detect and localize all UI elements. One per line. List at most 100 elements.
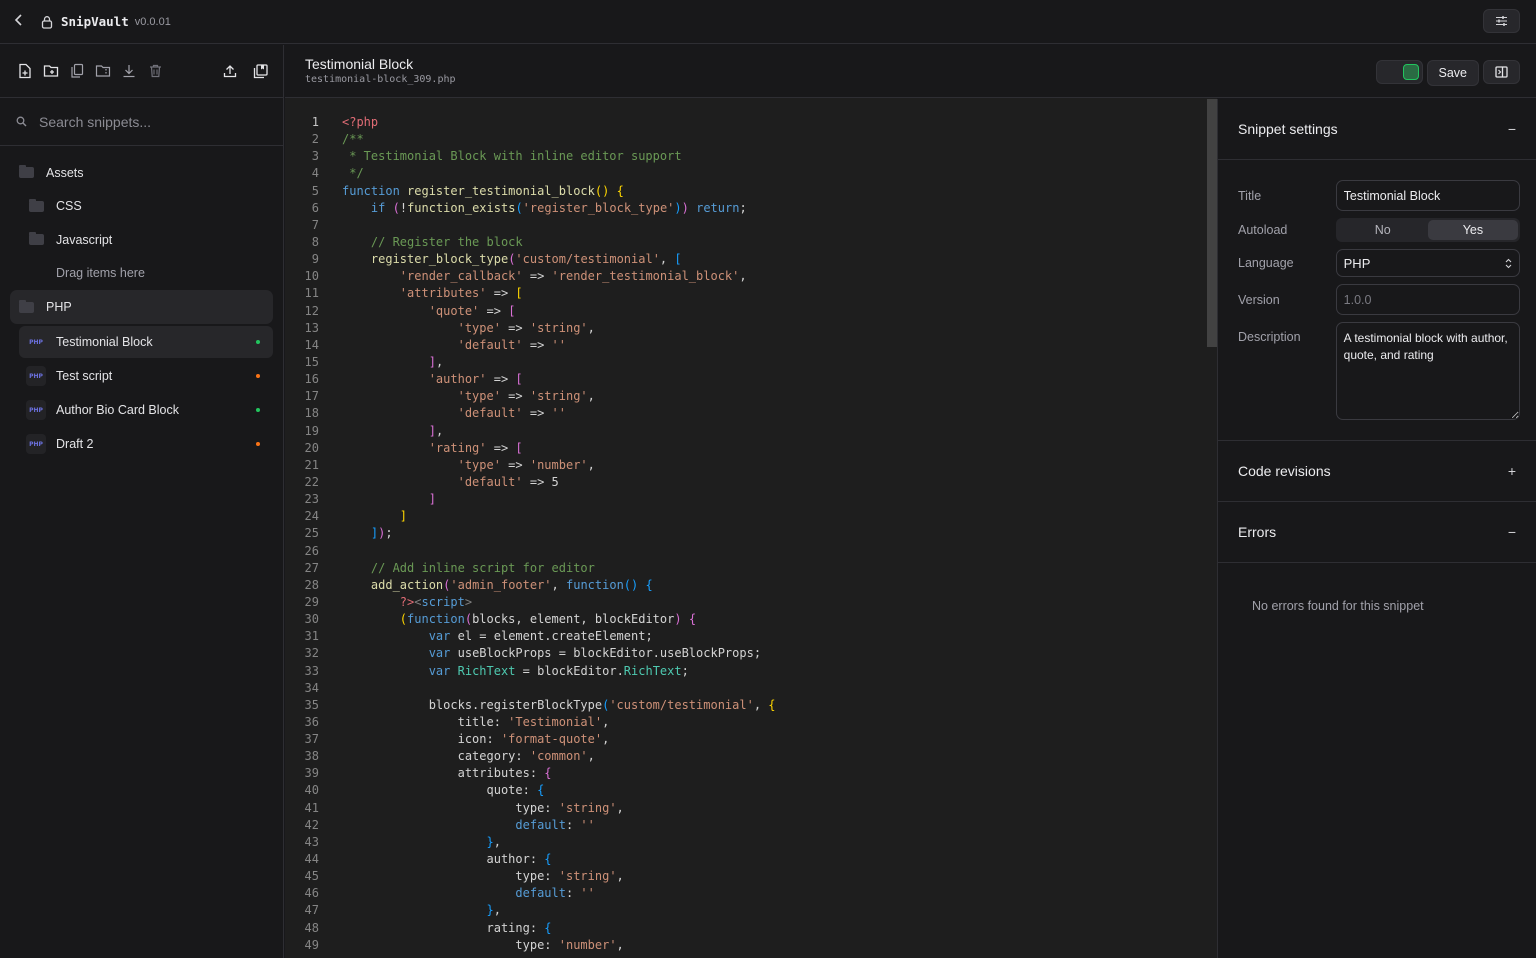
errors-header[interactable]: Errors − <box>1218 502 1536 563</box>
code-line: 32 var useBlockProps = blockEditor.useBl… <box>285 645 1205 662</box>
expand-icon[interactable]: + <box>1508 463 1516 479</box>
code-token: ; <box>385 526 393 541</box>
line-content: /** <box>342 131 364 148</box>
bookmark-collection-icon[interactable] <box>247 58 273 84</box>
code-line: 44 author: { <box>285 851 1205 868</box>
code-line: 3 * Testimonial Block with inline editor… <box>285 148 1205 165</box>
description-textarea[interactable]: A testimonial block with author, quote, … <box>1335 322 1520 420</box>
code-line: 34 <box>285 680 1205 697</box>
line-number: 40 <box>304 783 319 798</box>
snippet-settings-header[interactable]: Snippet settings − <box>1218 99 1536 160</box>
code-line: 17 'type' => 'string', <box>285 388 1205 405</box>
preferences-button[interactable] <box>1483 9 1520 33</box>
folder-archive-icon[interactable] <box>90 58 116 84</box>
code-token: 'type' <box>457 320 501 335</box>
code-line: 16 'author' => [ <box>285 371 1205 388</box>
line-content: if (!function_exists('register_block_typ… <box>342 200 747 217</box>
line-number: 39 <box>304 766 319 781</box>
code-editor[interactable]: 1 <?php 2/** 3 * Testimonial Block with inl… <box>285 99 1217 958</box>
snippet-item[interactable]: PHP Test script <box>19 360 273 392</box>
code-token: RichText <box>457 663 516 678</box>
code-token: // Add inline script for editor <box>370 560 595 575</box>
search-icon <box>16 116 27 127</box>
autoload-yes-option[interactable]: Yes <box>1427 220 1518 240</box>
code-token: => <box>500 320 530 335</box>
code-line: 12 'quote' => [ <box>285 303 1205 320</box>
toggle-panel-button[interactable] <box>1483 60 1520 84</box>
drop-zone-hint[interactable]: Drag items here <box>0 257 283 291</box>
code-token: { <box>544 852 552 867</box>
code-line: 5 function register_testimonial_block() { <box>285 183 1205 200</box>
line-number: 23 <box>304 492 319 507</box>
code-line: 30 (function(blocks, element, blockEdito… <box>285 611 1205 628</box>
new-file-icon[interactable] <box>12 58 38 84</box>
line-content: <?php <box>342 114 378 131</box>
trash-icon[interactable] <box>142 58 168 84</box>
file-list: PHP Testimonial Block PHP Test script PHP Aut… <box>0 326 283 460</box>
line-content: attributes: { <box>342 765 552 782</box>
code-token: 'admin_footer' <box>450 577 552 592</box>
code-token: => <box>500 457 530 472</box>
search-bar <box>0 98 283 146</box>
line-content: function register_testimonial_block() { <box>342 183 624 200</box>
code-revisions-header[interactable]: Code revisions + <box>1218 441 1536 502</box>
line-number: 1 <box>311 115 319 129</box>
version-input[interactable] <box>1335 284 1520 315</box>
line-number: 20 <box>304 440 319 455</box>
line-number: 14 <box>304 337 319 352</box>
language-select[interactable]: PHP <box>1335 249 1520 277</box>
code-token: ] <box>428 354 436 369</box>
line-number: 34 <box>304 680 319 695</box>
code-token: quote: <box>342 783 538 798</box>
search-input[interactable] <box>39 113 259 130</box>
code-line: 24 ] <box>285 508 1205 525</box>
code-token: => <box>522 406 552 421</box>
code-line: 33 var RichText = blockEditor.RichText; <box>285 663 1205 680</box>
download-icon[interactable] <box>116 58 142 84</box>
line-number: 26 <box>304 543 319 558</box>
line-content: 'author' => [ <box>342 371 523 388</box>
active-toggle[interactable] <box>1375 60 1423 84</box>
code-token: register_block_type <box>370 252 509 267</box>
snippet-tree: Assets CSS Javascript Drag items here PH… <box>0 146 283 460</box>
editor-scrollbar[interactable] <box>1207 99 1217 347</box>
folder-php[interactable]: PHP <box>10 290 273 324</box>
code-token: [ <box>508 303 516 318</box>
folder-css[interactable]: CSS <box>0 190 283 224</box>
folder-assets[interactable]: Assets <box>0 156 283 190</box>
code-token: => <box>522 269 552 284</box>
code-token: type: <box>342 800 559 815</box>
line-number: 37 <box>304 732 319 747</box>
line-content: icon: 'format-quote', <box>342 731 610 748</box>
code-token: => <box>486 440 516 455</box>
snippet-item[interactable]: PHP Testimonial Block <box>19 326 273 358</box>
collapse-icon[interactable]: − <box>1508 524 1516 540</box>
duplicate-icon[interactable] <box>64 58 90 84</box>
autoload-no-option[interactable]: No <box>1338 220 1428 240</box>
code-token: 'string' <box>558 800 617 815</box>
save-button[interactable]: Save <box>1426 60 1479 86</box>
code-line: 23 ] <box>285 491 1205 508</box>
sidebar-panel-icon <box>1495 66 1508 78</box>
code-token: , <box>435 423 444 438</box>
code-lines: 1 <?php 2/** 3 * Testimonial Block with inl… <box>285 114 1205 954</box>
line-content: ] <box>342 491 436 508</box>
line-content: (function(blocks, element, blockEditor) … <box>342 611 696 628</box>
line-number: 10 <box>304 269 319 284</box>
folder-javascript[interactable]: Javascript <box>0 223 283 257</box>
snippet-item[interactable]: PHP Draft 2 <box>19 428 273 460</box>
collapse-icon[interactable]: − <box>1508 121 1516 137</box>
snippet-title: Testimonial Block <box>305 56 414 72</box>
code-token: function <box>407 612 465 627</box>
snippet-item[interactable]: PHP Author Bio Card Block <box>19 394 273 426</box>
line-number: 9 <box>311 252 319 267</box>
back-chevron-icon[interactable] <box>14 13 28 30</box>
upload-icon[interactable] <box>217 58 243 84</box>
code-token: ; <box>739 200 747 215</box>
code-token: /** <box>342 132 364 147</box>
new-folder-icon[interactable] <box>38 58 64 84</box>
title-input[interactable] <box>1335 180 1520 211</box>
line-content: category: 'common', <box>342 748 595 765</box>
